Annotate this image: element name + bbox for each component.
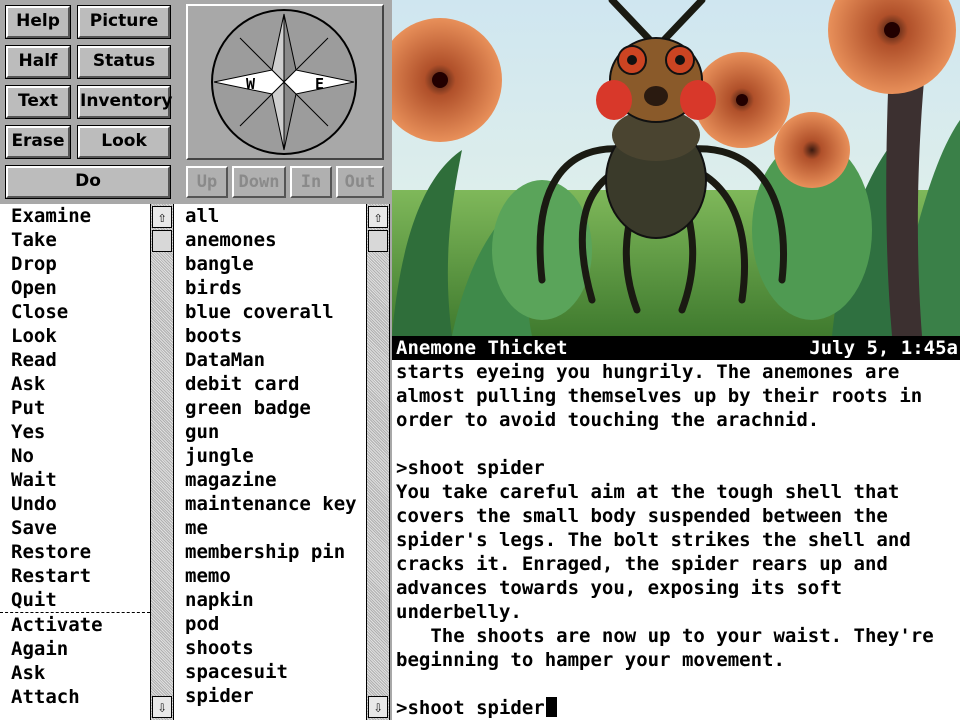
noun-item[interactable]: all <box>174 204 366 228</box>
command-input[interactable]: >shoot spider <box>396 697 545 719</box>
look-button[interactable]: Look <box>77 125 171 159</box>
output-line: spider's legs. The bolt strikes the shel… <box>396 529 911 551</box>
status-bar: Anemone Thicket July 5, 1:45a <box>392 336 960 360</box>
help-button[interactable]: Help <box>5 5 71 39</box>
verb-scroll-up-icon[interactable]: ⇧ <box>152 206 172 228</box>
verb-item[interactable]: Yes <box>0 420 150 444</box>
compass-panel: W E <box>186 4 384 160</box>
output-line: advances towards you, exposing its soft <box>396 577 843 599</box>
compass-rose-icon[interactable]: W E <box>188 6 382 158</box>
verb-item[interactable]: Close <box>0 300 150 324</box>
output-line: starts eyeing you hungrily. The anemones… <box>396 361 900 383</box>
output-line: >shoot spider <box>396 457 545 479</box>
noun-item[interactable]: membership pin <box>174 540 366 564</box>
output-line: You take careful aim at the tough shell … <box>396 481 900 503</box>
noun-item[interactable]: spacesuit <box>174 660 366 684</box>
verb-item[interactable]: Open <box>0 276 150 300</box>
verb-item[interactable]: Put <box>0 396 150 420</box>
half-button[interactable]: Half <box>5 45 71 79</box>
game-time: July 5, 1:45a <box>809 337 958 359</box>
verb-item[interactable]: Restore <box>0 540 150 564</box>
noun-item[interactable]: shoots <box>174 636 366 660</box>
noun-scroll-down-icon[interactable]: ⇩ <box>368 696 388 718</box>
noun-item[interactable]: magazine <box>174 468 366 492</box>
noun-item[interactable]: memo <box>174 564 366 588</box>
output-line: almost pulling themselves up by their ro… <box>396 385 923 407</box>
verb-scroll-down-icon[interactable]: ⇩ <box>152 696 172 718</box>
verb-item[interactable]: Restart <box>0 564 150 588</box>
noun-list[interactable]: all anemones bangle birds blue coverall boots… <box>174 204 366 720</box>
noun-item[interactable]: birds <box>174 276 366 300</box>
noun-item[interactable]: maintenance key <box>174 492 366 516</box>
noun-scroll-up-icon[interactable]: ⇧ <box>368 206 388 228</box>
noun-item[interactable]: anemones <box>174 228 366 252</box>
erase-button[interactable]: Erase <box>5 125 71 159</box>
output-line: The shoots are now up to your waist. The… <box>396 625 934 647</box>
output-line: covers the small body suspended between … <box>396 505 888 527</box>
verb-item[interactable]: Take <box>0 228 150 252</box>
noun-item[interactable]: DataMan <box>174 348 366 372</box>
inventory-button[interactable]: Inventory <box>77 85 172 119</box>
noun-item[interactable]: jungle <box>174 444 366 468</box>
text-cursor <box>545 697 557 717</box>
down-button[interactable]: Down <box>232 166 286 198</box>
noun-item[interactable]: bangle <box>174 252 366 276</box>
verb-item[interactable]: Read <box>0 348 150 372</box>
verb-item[interactable]: Again <box>0 637 150 661</box>
scene-picture <box>392 0 960 336</box>
noun-scrollbar[interactable]: ⇧ ⇩ <box>366 204 390 720</box>
up-button[interactable]: Up <box>186 166 228 198</box>
verb-item[interactable]: Undo <box>0 492 150 516</box>
noun-item[interactable]: me <box>174 516 366 540</box>
noun-item[interactable]: spider <box>174 684 366 708</box>
out-button[interactable]: Out <box>336 166 384 198</box>
noun-item[interactable]: debit card <box>174 372 366 396</box>
picture-button[interactable]: Picture <box>77 5 171 39</box>
story-output: starts eyeing you hungrily. The anemones… <box>392 360 960 720</box>
compass-west-label[interactable]: W <box>246 75 256 93</box>
verb-item[interactable]: Save <box>0 516 150 540</box>
verb-scrollbar[interactable]: ⇧ ⇩ <box>150 204 174 720</box>
output-line: order to avoid touching the arachnid. <box>396 409 820 431</box>
compass-east-label[interactable]: E <box>315 75 324 93</box>
verb-item[interactable]: Look <box>0 324 150 348</box>
in-button[interactable]: In <box>290 166 332 198</box>
verb-item[interactable]: Ask <box>0 372 150 396</box>
spider-scene-illustration <box>392 0 960 336</box>
do-button[interactable]: Do <box>5 165 171 199</box>
output-line: cracks it. Enraged, the spider rears up … <box>396 553 888 575</box>
command-prompt-line[interactable]: >shoot spider <box>392 696 960 720</box>
noun-item[interactable]: gun <box>174 420 366 444</box>
noun-item[interactable]: pod <box>174 612 366 636</box>
noun-item[interactable]: boots <box>174 324 366 348</box>
output-line: beginning to hamper your movement. <box>396 649 785 671</box>
noun-item[interactable]: green badge <box>174 396 366 420</box>
verb-item[interactable]: Wait <box>0 468 150 492</box>
verb-item[interactable]: Ask <box>0 661 150 685</box>
verb-item[interactable]: Drop <box>0 252 150 276</box>
verb-scroll-thumb[interactable] <box>152 230 172 252</box>
verb-item[interactable]: No <box>0 444 150 468</box>
verb-list[interactable]: Examine Take Drop Open Close Look Read Ask Put Ye… <box>0 204 150 720</box>
verb-item[interactable]: Activate <box>0 612 150 637</box>
text-button[interactable]: Text <box>5 85 71 119</box>
verb-item[interactable]: Attach <box>0 685 150 709</box>
noun-scroll-thumb[interactable] <box>368 230 388 252</box>
location-name: Anemone Thicket <box>396 337 568 359</box>
status-button[interactable]: Status <box>77 45 171 79</box>
output-line: underbelly. <box>396 601 522 623</box>
noun-item[interactable]: blue coverall <box>174 300 366 324</box>
noun-item[interactable]: napkin <box>174 588 366 612</box>
verb-item[interactable]: Quit <box>0 588 150 612</box>
verb-item[interactable]: Examine <box>0 204 150 228</box>
